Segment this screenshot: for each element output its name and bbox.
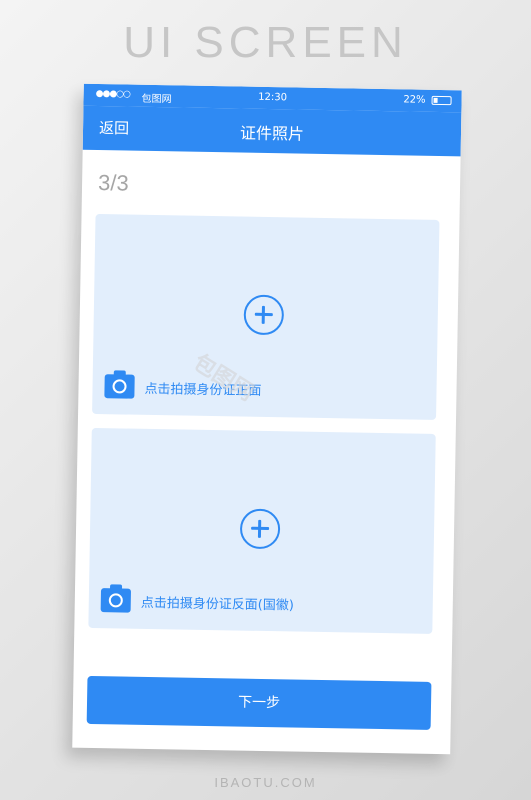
step-counter: 3/3 xyxy=(97,170,129,196)
plus-circle-icon xyxy=(239,508,281,550)
camera-icon xyxy=(100,588,132,613)
battery-fill xyxy=(433,97,438,103)
battery-icon xyxy=(431,95,452,106)
next-step-button[interactable]: 下一步 xyxy=(86,675,432,730)
footer-brand: IBAOTU.COM xyxy=(214,775,317,790)
nav-bar: 返回 证件照片 xyxy=(82,105,462,157)
banner-title: UI SCREEN xyxy=(123,18,408,67)
battery-percent: 22% xyxy=(403,94,426,106)
plus-circle-icon xyxy=(243,294,285,336)
page-title: 证件照片 xyxy=(239,123,305,144)
id-back-label: 点击拍摄身份证反面(国徽) xyxy=(140,595,295,614)
camera-icon xyxy=(104,374,135,399)
